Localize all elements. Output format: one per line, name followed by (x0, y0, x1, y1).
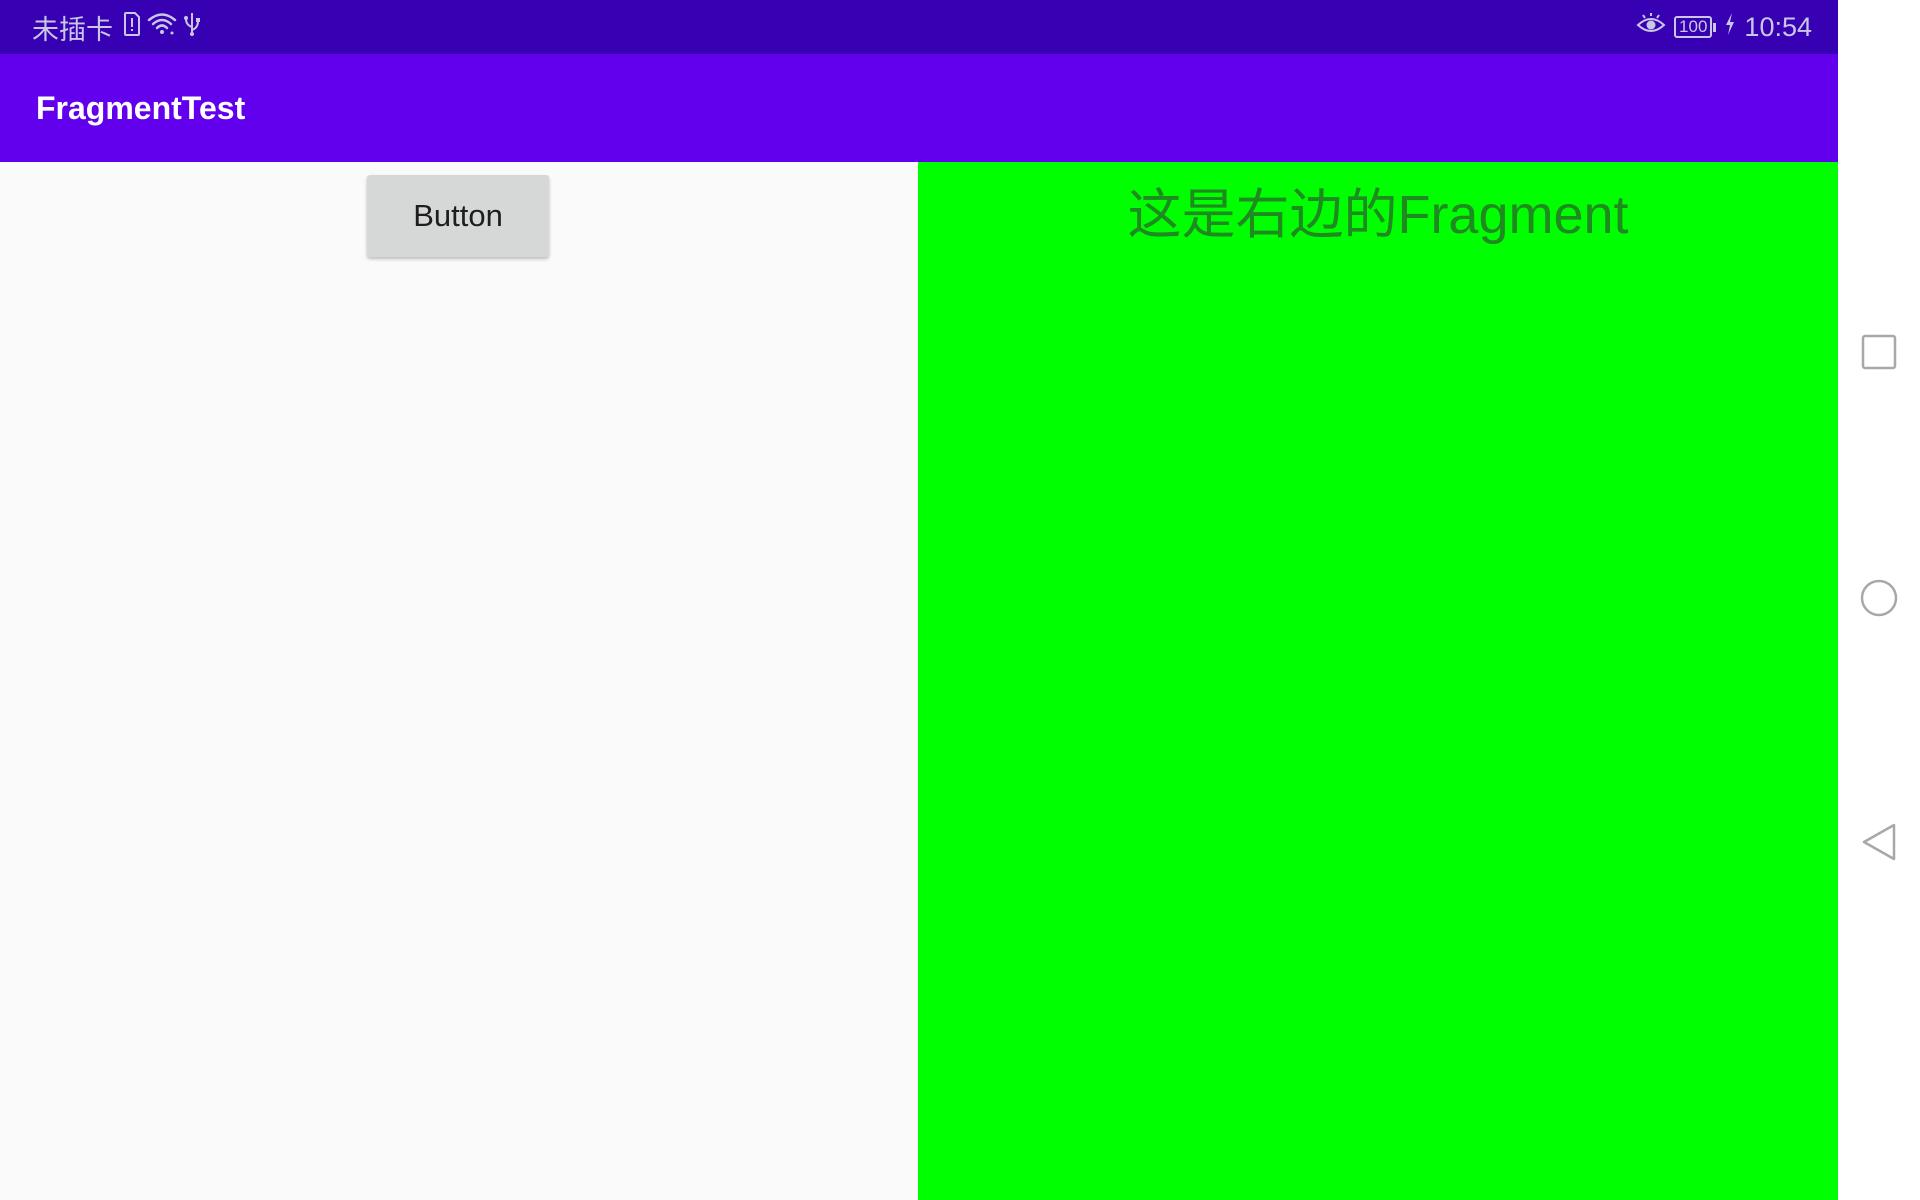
home-button[interactable] (1858, 579, 1900, 621)
home-icon (1859, 578, 1899, 623)
back-icon (1860, 822, 1898, 867)
status-bar: 未插卡 100 10:54 (0, 0, 1838, 54)
right-fragment: 这是右边的Fragment (918, 162, 1838, 1200)
left-fragment: Button (0, 162, 918, 1200)
carrier-label: 未插卡 (32, 14, 113, 45)
wifi-icon (147, 12, 177, 43)
clock: 10:54 (1744, 11, 1812, 42)
usb-icon (183, 11, 201, 44)
battery-level: 100 (1674, 16, 1713, 38)
battery-tip (1713, 22, 1717, 32)
status-right: 100 10:54 (1636, 12, 1812, 43)
device-screen: 未插卡 100 10:54 FragmentTest Button 这是右边的F… (0, 0, 1920, 1200)
app-window: 未插卡 100 10:54 FragmentTest Button 这是右边的F… (0, 0, 1838, 1200)
fragment-button[interactable]: Button (367, 175, 549, 257)
right-fragment-text: 这是右边的Fragment (1127, 185, 1629, 245)
charging-icon (1724, 12, 1736, 43)
navigation-bar (1838, 0, 1920, 1200)
battery-icon: 100 (1674, 16, 1717, 38)
status-left: 未插卡 (32, 8, 201, 47)
recents-button[interactable] (1858, 333, 1900, 375)
app-bar: FragmentTest (0, 54, 1838, 162)
recents-icon (1861, 334, 1897, 375)
back-button[interactable] (1858, 823, 1900, 865)
eye-comfort-icon (1636, 12, 1666, 43)
app-title: FragmentTest (36, 89, 246, 126)
sim-alert-icon (123, 11, 141, 43)
